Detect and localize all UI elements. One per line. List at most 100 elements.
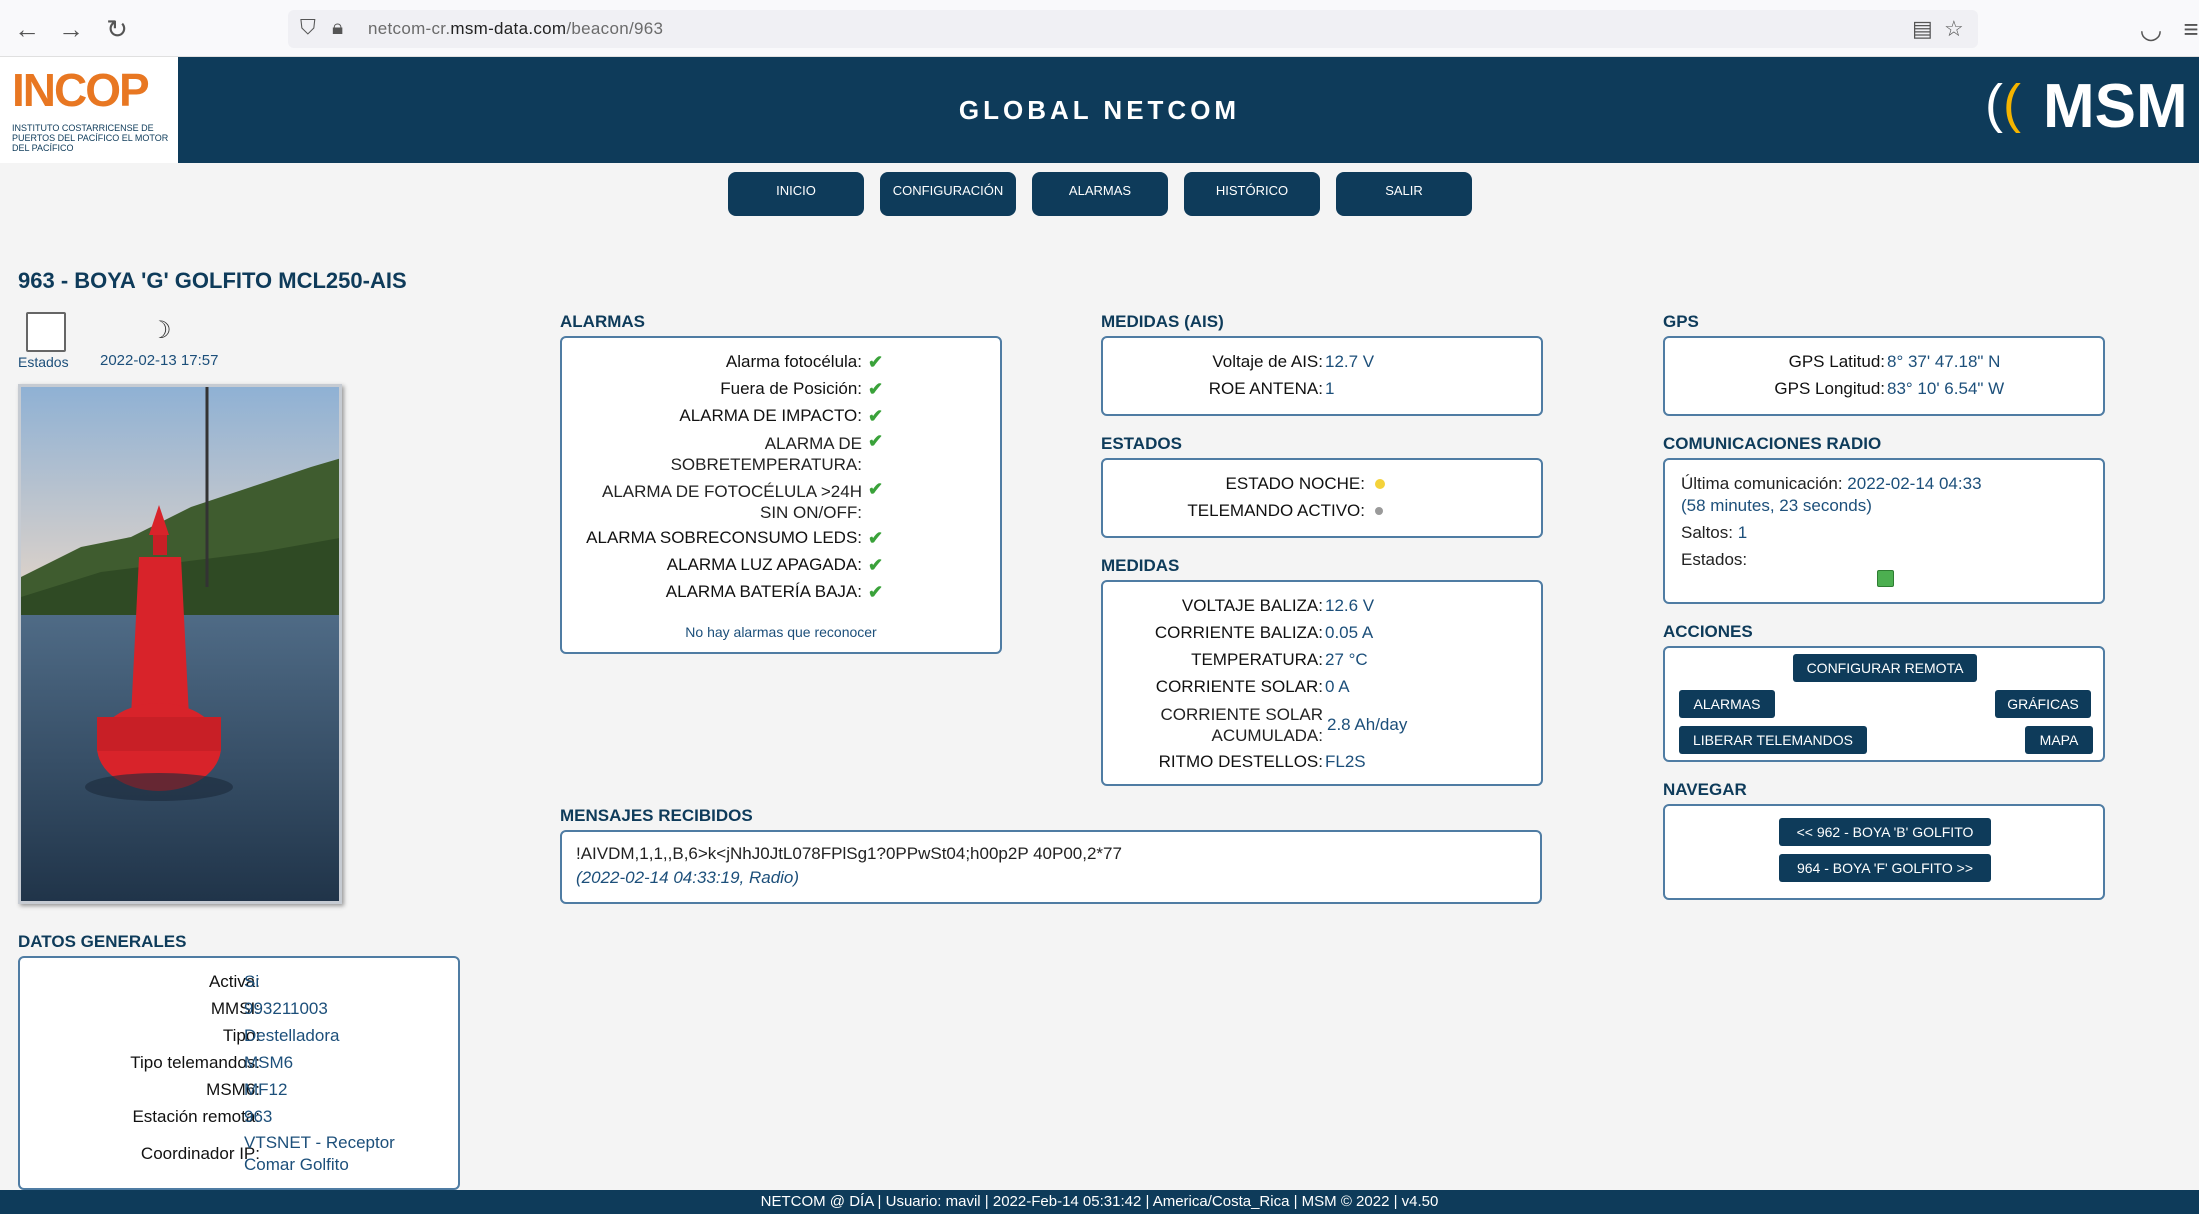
medidas-panel: VOLTAJE BALIZA: 12.6 V CORRIENTE BALIZA: 0… <box>1101 580 1543 786</box>
medidas-title: MEDIDAS <box>1101 556 1180 575</box>
alarm-label-line2: SIN ON/OFF: <box>760 503 862 522</box>
radio-waves-icon: (( <box>1985 74 2021 134</box>
alarmas-footer[interactable]: No hay alarmas que reconocer <box>562 624 1000 640</box>
status-footer: NETCOM @ DÍA | Usuario: mavil | 2022-Feb… <box>0 1190 2199 1214</box>
back-icon[interactable]: ← <box>12 14 42 44</box>
navegar-title: NAVEGAR <box>1663 780 1747 799</box>
navegar-panel: << 962 - BOYA 'B' GOLFITO 964 - BOYA 'F'… <box>1663 804 2105 900</box>
medida-value: 12.6 V <box>1325 596 1375 615</box>
dg-label: Coordinador IP: <box>140 1144 260 1163</box>
ais-value: 12.7 V <box>1325 352 1375 371</box>
browser-toolbar: ← → ↻ ⛉ 🔒︎ netcom-cr.msm-data.com/beacon… <box>0 0 2199 57</box>
dg-value: MSM6 <box>244 1053 294 1072</box>
comunicaciones-panel: Última comunicación: 2022-02-14 04:33 (5… <box>1663 458 2105 604</box>
menu-inicio-button[interactable]: INICIO <box>728 172 864 216</box>
check-icon: ✔ <box>868 582 884 602</box>
pocket-icon[interactable]: ◡ <box>2136 14 2166 44</box>
reload-icon[interactable]: ↻ <box>102 14 132 44</box>
bookmark-star-icon[interactable]: ☆ <box>1944 16 1964 42</box>
alarm-label: ALARMA LUZ APAGADA: <box>666 555 862 574</box>
menu-configuracion-button[interactable]: CONFIGURACIÓN <box>880 172 1016 216</box>
configurar-remota-button[interactable]: CONFIGURAR REMOTA <box>1793 654 1977 682</box>
message-meta: (2022-02-14 04:33:19, Radio) <box>576 868 800 887</box>
medida-label: CORRIENTE SOLAR <box>1160 705 1323 724</box>
medida-value: FL2S <box>1325 752 1366 771</box>
mensajes-title: MENSAJES RECIBIDOS <box>560 806 753 825</box>
alarm-label: Fuera de Posición: <box>720 379 862 398</box>
graficas-button[interactable]: GRÁFICAS <box>1995 690 2091 718</box>
check-icon: ✔ <box>868 555 884 575</box>
liberar-telemandos-button[interactable]: LIBERAR TELEMANDOS <box>1679 726 1867 754</box>
alarm-label: ALARMA DE FOTOCÉLULA >24H <box>602 482 862 501</box>
site-header: INCOP INSTITUTO COSTARRICENSE DE PUERTOS… <box>0 57 2199 163</box>
saltos-label: Saltos: <box>1681 523 1733 542</box>
dg-label: Tipo telemandos: <box>130 1053 260 1072</box>
menu-historico-button[interactable]: HISTÓRICO <box>1184 172 1320 216</box>
alarm-label: ALARMA BATERÍA BAJA: <box>665 582 862 601</box>
address-bar[interactable]: ⛉ 🔒︎ netcom-cr.msm-data.com/beacon/963 ▤… <box>288 10 1978 48</box>
alarm-label: Alarma fotocélula: <box>725 352 862 371</box>
forward-icon[interactable]: → <box>56 14 86 44</box>
gps-label: GPS Latitud: <box>1788 352 1885 371</box>
dg-label: Estación remota: <box>132 1107 260 1126</box>
check-icon: ✔ <box>868 528 884 548</box>
ultima-label: Última comunicación: <box>1681 474 1843 493</box>
estado-label: TELEMANDO ACTIVO: <box>1187 501 1365 520</box>
moon-icon: ☽ <box>150 317 172 344</box>
telemando-indicator-icon <box>1375 507 1383 515</box>
medida-label-line2: ACUMULADA: <box>1211 726 1323 745</box>
menu-icon[interactable]: ≡ <box>2176 14 2199 44</box>
gps-panel: GPS Latitud: 8° 37' 47.18" N GPS Longitud… <box>1663 336 2105 416</box>
dg-value: MF12 <box>244 1080 288 1099</box>
dg-value: Si <box>244 972 260 991</box>
check-icon: ✔ <box>868 479 884 499</box>
alarm-label: ALARMA DE IMPACTO: <box>679 406 862 425</box>
gps-value: 83° 10' 6.54" W <box>1887 379 2005 398</box>
page-title: 963 - BOYA 'G' GOLFITO MCL250-AIS <box>18 268 407 293</box>
alarmas-panel: Alarma fotocélula: ✔ Fuera de Posición: ✔ … <box>560 336 1002 654</box>
reader-icon[interactable]: ▤ <box>1912 16 1933 42</box>
estados-radio-label: Estados: <box>1681 550 1748 569</box>
url-text[interactable]: netcom-cr.msm-data.com/beacon/963 <box>368 19 663 39</box>
alarmas-action-button[interactable]: ALARMAS <box>1679 690 1775 718</box>
medida-label: TEMPERATURA: <box>1191 650 1323 669</box>
saltos-row: Saltos: 1 <box>1681 523 1747 543</box>
dg-value-line2: Comar Golfito <box>244 1155 349 1174</box>
menu-alarmas-button[interactable]: ALARMAS <box>1032 172 1168 216</box>
mapa-button[interactable]: MAPA <box>2025 726 2093 754</box>
prev-beacon-button[interactable]: << 962 - BOYA 'B' GOLFITO <box>1779 818 1991 846</box>
alarm-label: ALARMA DE <box>764 434 862 453</box>
ultima-comunicacion-row: Última comunicación: 2022-02-14 04:33 <box>1681 474 1982 494</box>
radio-status-indicator-icon <box>1877 570 1894 587</box>
medida-label: CORRIENTE SOLAR: <box>1155 677 1323 696</box>
mensajes-panel: !AIVDM,1,1,,B,6>k<jNhJ0JtL078FPlSg1?0PPw… <box>560 830 1542 904</box>
next-beacon-button[interactable]: 964 - BOYA 'F' GOLFITO >> <box>1779 854 1991 882</box>
medida-value: 0 A <box>1325 677 1350 696</box>
check-icon: ✔ <box>868 352 884 372</box>
header-title: GLOBAL NETCOM <box>958 95 1241 125</box>
acciones-title: ACCIONES <box>1663 622 1753 641</box>
ultima-value: 2022-02-14 04:33 <box>1847 474 1982 493</box>
dg-value: 993211003 <box>244 999 328 1018</box>
menu-salir-button[interactable]: SALIR <box>1336 172 1472 216</box>
lock-icon[interactable]: 🔒︎ <box>332 16 343 40</box>
dg-value-multiline: VTSNET - Receptor Comar Golfito <box>244 1132 395 1176</box>
check-icon: ✔ <box>868 379 884 399</box>
estados-checkbox[interactable] <box>26 312 66 352</box>
dg-label: Tipo: <box>222 1026 260 1045</box>
check-icon: ✔ <box>868 406 884 426</box>
estados-panel: ESTADO NOCHE: TELEMANDO ACTIVO: <box>1101 458 1543 538</box>
alarm-label-line2: SOBRETEMPERATURA: <box>670 455 862 474</box>
msm-logo[interactable]: (( MSM <box>1985 67 2195 147</box>
medidas-ais-title: MEDIDAS (AIS) <box>1101 312 1224 331</box>
elapsed-time: (58 minutes, 23 seconds) <box>1681 496 1872 515</box>
medida-label: RITMO DESTELLOS: <box>1158 752 1323 771</box>
medida-value: 2.8 Ah/day <box>1327 715 1408 734</box>
dg-value: VTSNET - Receptor <box>244 1133 395 1152</box>
saltos-value: 1 <box>1737 523 1748 542</box>
ais-value: 1 <box>1325 379 1335 398</box>
estado-noche-indicator-icon <box>1375 479 1385 489</box>
datos-generales-panel: Activa: Si MMSI: 993211003 Tipo: Destellado… <box>18 956 460 1190</box>
shield-icon[interactable]: ⛉ <box>300 16 316 40</box>
dg-value: Destelladora <box>244 1026 340 1045</box>
